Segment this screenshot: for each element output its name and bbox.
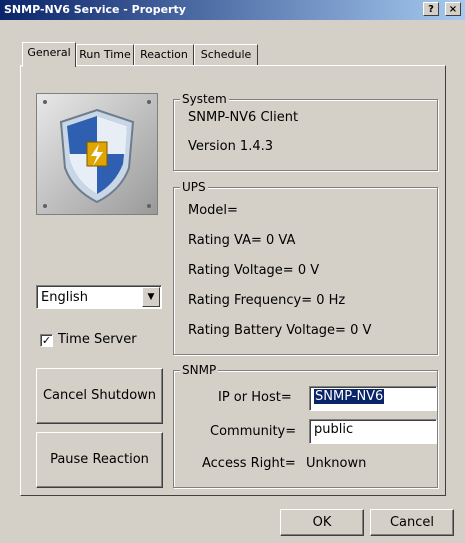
ip-host-label: IP or Host=	[218, 390, 292, 405]
ups-model: Model=	[188, 203, 238, 218]
cancel-shutdown-label: Cancel Shutdown	[42, 388, 157, 403]
close-button[interactable]: ×	[445, 2, 461, 16]
language-select-value: English	[41, 290, 88, 305]
ups-rating-va: Rating VA= 0 VA	[188, 233, 296, 248]
language-select[interactable]: English ▼	[36, 285, 162, 309]
access-right-label: Access Right=	[202, 456, 296, 471]
ip-host-value: SNMP-NV6	[314, 389, 385, 404]
shield-logo-icon	[59, 108, 135, 204]
tab-schedule[interactable]: Schedule	[194, 44, 258, 66]
system-version: Version 1.4.3	[188, 139, 274, 154]
pause-reaction-button[interactable]: Pause Reaction	[36, 432, 163, 488]
community-input[interactable]: public	[309, 419, 437, 444]
chevron-down-icon[interactable]: ▼	[142, 287, 160, 307]
time-server-label[interactable]: Time Server	[58, 332, 137, 347]
community-label: Community=	[210, 424, 297, 439]
tab-reaction[interactable]: Reaction	[134, 44, 194, 66]
checkmark-icon: ✓	[41, 334, 52, 347]
cancel-shutdown-button[interactable]: Cancel Shutdown	[36, 368, 163, 424]
title-bar: SNMP-NV6 Service - Property ? ×	[0, 0, 465, 20]
system-group-label: System	[180, 92, 229, 106]
ok-button[interactable]: OK	[280, 509, 364, 536]
pause-reaction-label: Pause Reaction	[50, 452, 149, 467]
ups-rating-battery-voltage: Rating Battery Voltage= 0 V	[188, 323, 372, 338]
ip-host-input[interactable]: SNMP-NV6	[309, 386, 437, 411]
tab-general[interactable]: General	[22, 42, 76, 67]
access-right-value: Unknown	[306, 456, 367, 471]
cancel-button[interactable]: Cancel	[370, 509, 454, 536]
snmp-group-label: SNMP	[180, 363, 219, 377]
logo-frame	[36, 93, 158, 215]
window-title: SNMP-NV6 Service - Property	[4, 3, 186, 16]
ups-rating-voltage: Rating Voltage= 0 V	[188, 263, 320, 278]
help-button[interactable]: ?	[423, 2, 439, 16]
tab-run-time[interactable]: Run Time	[76, 44, 134, 66]
ups-rating-frequency: Rating Frequency= 0 Hz	[188, 293, 346, 308]
ups-group-label: UPS	[180, 180, 208, 194]
system-name: SNMP-NV6 Client	[188, 110, 299, 125]
time-server-checkbox[interactable]: ✓	[40, 334, 53, 347]
